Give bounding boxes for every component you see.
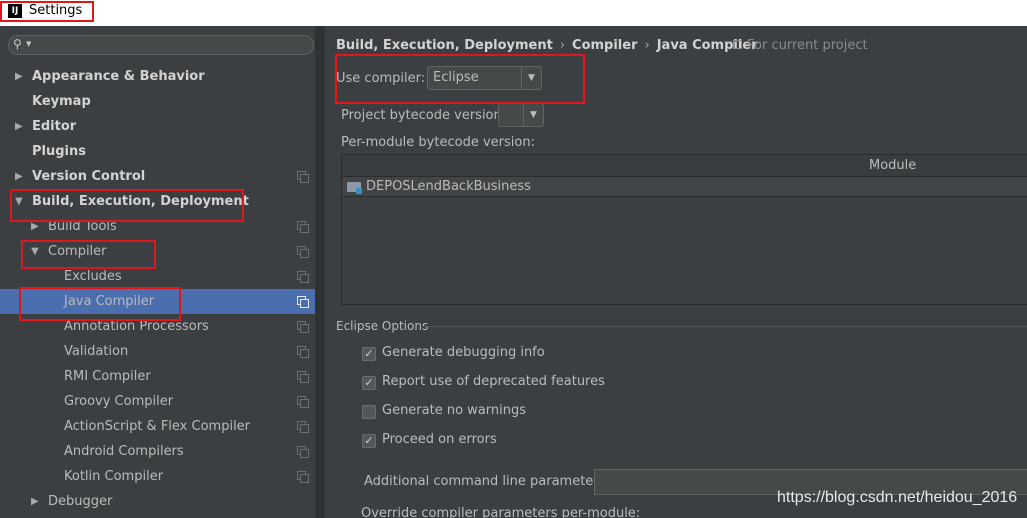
sidebar-item[interactable]: Validation (0, 339, 315, 364)
expanded-arrow-icon[interactable]: ▼ (31, 239, 39, 264)
sidebar-item-label: Appearance & Behavior (32, 69, 205, 84)
sidebar-item-label: Plugins (32, 144, 86, 159)
bytecode-version-select[interactable]: ▼ (498, 103, 544, 127)
table-header: Module (342, 155, 1027, 177)
chevron-right-icon: › (559, 38, 566, 53)
use-compiler-select[interactable]: Eclipse ▼ (427, 66, 542, 90)
sidebar-item[interactable]: ActionScript & Flex Compiler (0, 414, 315, 439)
sidebar-item-label: RMI Compiler (64, 369, 151, 384)
bytecode-version-label: Project bytecode version: (341, 108, 507, 123)
sidebar-item[interactable]: Java Compiler (0, 289, 315, 314)
sidebar-item-label: Build Tools (48, 219, 117, 234)
sidebar-item-label: ActionScript & Flex Compiler (64, 419, 251, 434)
sidebar-item[interactable]: Groovy Compiler (0, 389, 315, 414)
column-header-module[interactable]: Module (869, 158, 916, 173)
breadcrumb: Build, Execution, Deployment › Compiler › Ja… (336, 38, 758, 53)
project-scope-icon (297, 346, 309, 358)
project-scope-icon (297, 221, 309, 233)
collapsed-arrow-icon[interactable]: ▶ (31, 214, 39, 239)
collapsed-arrow-icon[interactable]: ▶ (15, 164, 23, 189)
table-row[interactable]: DEPOSLendBackBusiness (342, 177, 1027, 197)
project-scope-icon (297, 396, 309, 408)
sidebar-item-label: Compiler (48, 244, 107, 259)
sidebar-item[interactable]: RMI Compiler (0, 364, 315, 389)
project-scope-icon (297, 246, 309, 258)
title-bar: IJ Settings (0, 0, 1027, 26)
per-module-bytecode-label: Per-module bytecode version: (341, 135, 535, 150)
collapsed-arrow-icon[interactable]: ▶ (31, 489, 39, 514)
sidebar-item-label: Kotlin Compiler (64, 469, 164, 484)
checked-checkbox[interactable]: ✓ (362, 347, 376, 361)
additional-params-label: Additional command line parameters: (364, 474, 610, 489)
sidebar-item[interactable]: ▶ Debugger (0, 489, 315, 514)
chevron-down-icon[interactable]: ▼ (523, 104, 543, 126)
option-label[interactable]: Proceed on errors (382, 432, 497, 447)
sidebar-item-label: Excludes (64, 269, 122, 284)
sidebar-item-label: Java Compiler (64, 294, 155, 309)
chevron-down-icon[interactable]: ▼ (521, 67, 541, 89)
settings-sidebar: ⚲ ▼ ▶ Appearance & Behavior Keymap ▶ Editor P… (0, 26, 325, 518)
sidebar-item[interactable]: Keymap (0, 89, 315, 114)
sidebar-item-label: Validation (64, 344, 129, 359)
sidebar-scrollbar[interactable] (315, 26, 325, 518)
intellij-logo-icon: IJ (8, 4, 22, 18)
section-divider (423, 326, 1027, 327)
sidebar-item[interactable]: ▶ Editor (0, 114, 315, 139)
use-compiler-value: Eclipse (433, 70, 479, 85)
project-scope-icon (297, 321, 309, 333)
sidebar-item-label: Version Control (32, 169, 146, 184)
module-bytecode-table: Module DEPOSLendBackBusiness (341, 154, 1027, 305)
checked-checkbox[interactable]: ✓ (362, 376, 376, 390)
sidebar-item[interactable]: ▶ Build Tools (0, 214, 315, 239)
sidebar-item[interactable]: ▶ Appearance & Behavior (0, 64, 315, 89)
collapsed-arrow-icon[interactable]: ▶ (15, 114, 23, 139)
option-label[interactable]: Generate no warnings (382, 403, 526, 418)
window-title: Settings (29, 3, 83, 18)
use-compiler-label: Use compiler: (336, 71, 426, 86)
eclipse-options-title: Eclipse Options (336, 319, 429, 333)
option-label[interactable]: Report use of deprecated features (382, 374, 605, 389)
project-scope-icon (297, 296, 309, 308)
expanded-arrow-icon[interactable]: ▼ (15, 189, 23, 214)
project-scope-icon (297, 471, 309, 483)
sidebar-item-label: Debugger (48, 494, 113, 509)
for-current-project-note: For current project (733, 38, 868, 53)
sidebar-item[interactable]: Kotlin Compiler (0, 464, 315, 489)
unchecked-checkbox[interactable] (362, 405, 376, 419)
module-folder-icon (347, 182, 362, 194)
sidebar-item[interactable]: Excludes (0, 264, 315, 289)
settings-search-input[interactable]: ⚲ ▼ (8, 35, 314, 55)
sidebar-item[interactable]: Android Compilers (0, 439, 315, 464)
watermark-text: https://blog.csdn.net/heidou_2016 (777, 489, 1018, 506)
search-icon[interactable]: ⚲ (13, 37, 22, 51)
project-scope-icon (297, 446, 309, 458)
sidebar-item-label: Build, Execution, Deployment (32, 194, 249, 209)
project-scope-icon (733, 40, 742, 49)
settings-content: Build, Execution, Deployment › Compiler › Ja… (327, 26, 1027, 518)
project-scope-icon (297, 421, 309, 433)
collapsed-arrow-icon[interactable]: ▶ (15, 64, 23, 89)
sidebar-item[interactable]: ▶ Version Control (0, 164, 315, 189)
breadcrumb-item[interactable]: Compiler (572, 38, 637, 53)
project-scope-icon (297, 271, 309, 283)
sidebar-item-label: Editor (32, 119, 77, 134)
sidebar-item[interactable]: Plugins (0, 139, 315, 164)
sidebar-item-label: Keymap (32, 94, 91, 109)
sidebar-item-label: Android Compilers (64, 444, 184, 459)
for-current-project-label: For current project (747, 38, 868, 53)
sidebar-item-label: Groovy Compiler (64, 394, 174, 409)
breadcrumb-item[interactable]: Build, Execution, Deployment (336, 38, 553, 53)
sidebar-item[interactable]: ▼ Compiler (0, 239, 315, 264)
chevron-down-icon[interactable]: ▼ (26, 40, 31, 48)
project-scope-icon (297, 371, 309, 383)
sidebar-item[interactable]: Annotation Processors (0, 314, 315, 339)
sidebar-item-label: Annotation Processors (64, 319, 209, 334)
module-name: DEPOSLendBackBusiness (366, 179, 531, 194)
checked-checkbox[interactable]: ✓ (362, 434, 376, 448)
option-label[interactable]: Generate debugging info (382, 345, 545, 360)
project-scope-icon (297, 171, 309, 183)
override-params-label: Override compiler parameters per-module: (361, 506, 641, 518)
chevron-right-icon: › (644, 38, 650, 53)
sidebar-item[interactable]: ▼ Build, Execution, Deployment (0, 189, 315, 214)
